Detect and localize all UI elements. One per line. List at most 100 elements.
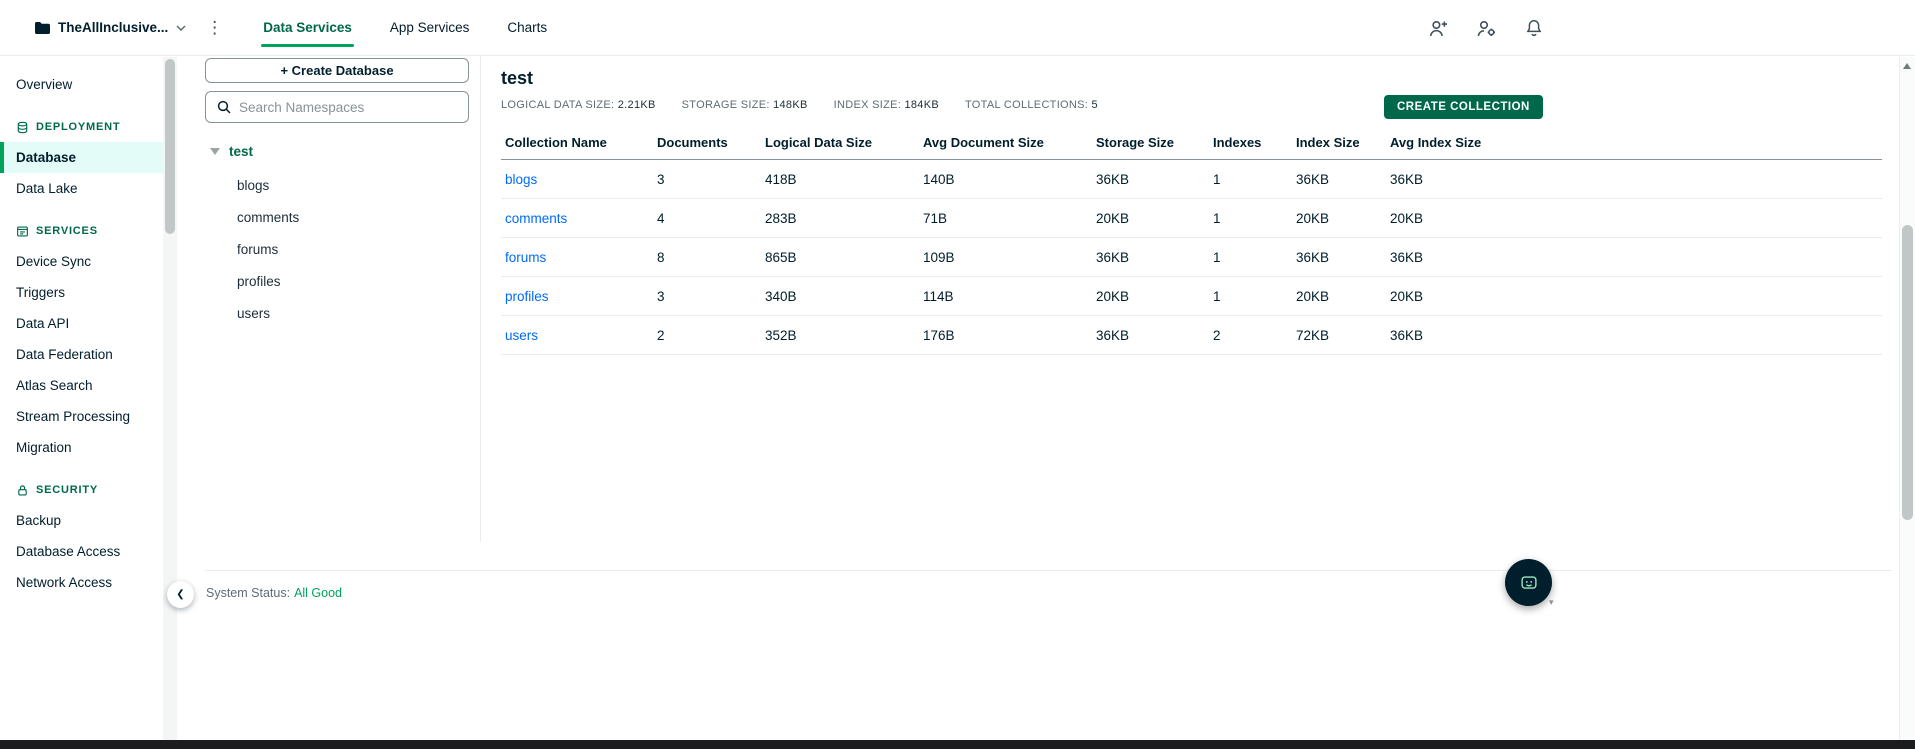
scroll-up-icon[interactable] bbox=[1903, 63, 1911, 69]
sidebar-scrollbar[interactable] bbox=[163, 57, 177, 740]
org-menu-kebab-icon[interactable]: ⋮ bbox=[206, 19, 223, 36]
sidebar-item-overview[interactable]: Overview bbox=[0, 69, 163, 100]
stat-label: TOTAL COLLECTIONS: bbox=[964, 99, 1089, 111]
collection-link-users[interactable]: users bbox=[505, 328, 538, 343]
deployment-icon bbox=[16, 121, 29, 134]
column-header-indexes: Indexes bbox=[1209, 129, 1292, 160]
org-picker[interactable]: TheAllInclusive... bbox=[34, 20, 186, 35]
sidebar-item-database-access[interactable]: Database Access bbox=[0, 536, 163, 567]
sidebar-item-database[interactable]: Database bbox=[0, 142, 163, 173]
sidebar-section-deployment: DEPLOYMENT bbox=[0, 112, 163, 142]
sidebar-collapse-button[interactable]: ❮ bbox=[167, 581, 194, 608]
stat-index-size: INDEX SIZE: 184KB bbox=[834, 99, 939, 111]
cell-avg-document-size: 140B bbox=[919, 159, 1092, 199]
cell-storage-size: 36KB bbox=[1092, 237, 1209, 277]
cell-storage-size: 36KB bbox=[1092, 159, 1209, 199]
sidebar-item-device-sync[interactable]: Device Sync bbox=[0, 246, 163, 277]
sidebar-item-triggers[interactable]: Triggers bbox=[0, 277, 163, 308]
sidebar-item-backup[interactable]: Backup bbox=[0, 505, 163, 536]
create-collection-button[interactable]: CREATE COLLECTION bbox=[1384, 95, 1543, 119]
column-header-documents: Documents bbox=[653, 129, 761, 160]
cell-avg-index-size: 20KB bbox=[1386, 198, 1882, 238]
notifications-button[interactable] bbox=[1524, 18, 1544, 38]
sidebar-item-stream-processing[interactable]: Stream Processing bbox=[0, 401, 163, 432]
collection-link-blogs[interactable]: blogs bbox=[505, 172, 537, 187]
cell-storage-size: 20KB bbox=[1092, 276, 1209, 316]
invite-user-button[interactable] bbox=[1428, 18, 1449, 39]
namespace-search bbox=[205, 91, 469, 123]
cell-avg-index-size: 36KB bbox=[1386, 159, 1882, 199]
chat-menu-caret-icon[interactable]: ▾ bbox=[1549, 597, 1554, 608]
tab-charts[interactable]: Charts bbox=[493, 0, 561, 55]
stat-label: STORAGE SIZE: bbox=[681, 99, 770, 111]
tab-data-services[interactable]: Data Services bbox=[249, 0, 366, 55]
cell-avg-document-size: 71B bbox=[919, 198, 1092, 238]
top-navbar: TheAllInclusive... ⋮ Data Services App Se… bbox=[0, 0, 1915, 56]
namespace-search-input[interactable] bbox=[239, 99, 457, 115]
search-icon bbox=[217, 100, 231, 114]
page-scrollbar-thumb[interactable] bbox=[1902, 225, 1913, 520]
topnav-icons bbox=[1428, 0, 1544, 56]
cell-logical-data-size: 283B bbox=[761, 198, 919, 238]
cell-collection-name: blogs bbox=[501, 159, 653, 199]
sidebar-item-network-access[interactable]: Network Access bbox=[0, 567, 163, 598]
invite-user-icon bbox=[1428, 18, 1449, 39]
sidebar-nav: Overview DEPLOYMENT Database Data Lake SERVI… bbox=[0, 69, 163, 598]
folder-icon bbox=[34, 21, 50, 35]
sidebar-section-services: SERVICES bbox=[0, 216, 163, 246]
collection-link-forums[interactable]: forums bbox=[505, 250, 546, 265]
chat-assistant-icon bbox=[1518, 572, 1540, 594]
collection-link-comments[interactable]: comments bbox=[505, 211, 567, 226]
collection-tree-item-users[interactable]: users bbox=[205, 297, 469, 329]
page-scrollbar[interactable] bbox=[1899, 57, 1915, 749]
collection-tree-item-blogs[interactable]: blogs bbox=[205, 169, 469, 201]
collections-table-body: blogs 3 418B 140B 36KB 1 36KB 36KB comments 4 283B… bbox=[501, 159, 1882, 355]
project-sidebar: Overview DEPLOYMENT Database Data Lake SERVI… bbox=[0, 57, 163, 740]
namespace-tree: test blogs comments forums profiles users bbox=[205, 139, 469, 329]
database-tree-item[interactable]: test bbox=[205, 139, 469, 163]
cell-indexes: 1 bbox=[1209, 276, 1292, 316]
tab-app-services[interactable]: App Services bbox=[376, 0, 484, 55]
cell-avg-document-size: 176B bbox=[919, 315, 1092, 355]
collection-tree-item-profiles[interactable]: profiles bbox=[205, 265, 469, 297]
chat-widget-button[interactable] bbox=[1505, 559, 1552, 606]
cell-collection-name: comments bbox=[501, 198, 653, 238]
cell-indexes: 1 bbox=[1209, 237, 1292, 277]
cell-storage-size: 36KB bbox=[1092, 315, 1209, 355]
cell-indexes: 1 bbox=[1209, 159, 1292, 199]
cell-indexes: 2 bbox=[1209, 315, 1292, 355]
stat-value: 2.21KB bbox=[617, 99, 656, 111]
collection-tree-item-forums[interactable]: forums bbox=[205, 233, 469, 265]
cell-logical-data-size: 865B bbox=[761, 237, 919, 277]
sidebar-section-label: DEPLOYMENT bbox=[36, 121, 121, 133]
cell-documents: 3 bbox=[653, 159, 761, 199]
bell-icon bbox=[1524, 18, 1544, 38]
sidebar-item-data-federation[interactable]: Data Federation bbox=[0, 339, 163, 370]
caret-down-icon[interactable] bbox=[210, 147, 220, 155]
database-stats: LOGICAL DATA SIZE: 2.21KB STORAGE SIZE: 1… bbox=[501, 99, 1882, 111]
sidebar-scrollbar-thumb[interactable] bbox=[165, 59, 175, 234]
create-database-button[interactable]: + Create Database bbox=[205, 58, 469, 83]
column-header-avg-index-size: Avg Index Size bbox=[1386, 129, 1882, 160]
status-bar: System Status: All Good bbox=[205, 570, 1892, 600]
cell-logical-data-size: 418B bbox=[761, 159, 919, 199]
org-chevron-down-icon[interactable] bbox=[176, 24, 186, 31]
cell-documents: 3 bbox=[653, 276, 761, 316]
cell-index-size: 72KB bbox=[1292, 315, 1386, 355]
user-settings-button[interactable] bbox=[1476, 18, 1497, 39]
column-header-logical-data-size: Logical Data Size bbox=[761, 129, 919, 160]
main-content: test LOGICAL DATA SIZE: 2.21KB STORAGE SI… bbox=[482, 56, 1892, 355]
status-label: System Status: bbox=[206, 586, 291, 600]
table-row: forums 8 865B 109B 36KB 1 36KB 36KB bbox=[501, 237, 1882, 277]
sidebar-item-data-api[interactable]: Data API bbox=[0, 308, 163, 339]
collection-link-profiles[interactable]: profiles bbox=[505, 289, 549, 304]
collection-tree-item-comments[interactable]: comments bbox=[205, 201, 469, 233]
table-row: comments 4 283B 71B 20KB 1 20KB 20KB bbox=[501, 198, 1882, 238]
sidebar-item-data-lake[interactable]: Data Lake bbox=[0, 173, 163, 204]
cell-storage-size: 20KB bbox=[1092, 198, 1209, 238]
stat-label: LOGICAL DATA SIZE: bbox=[501, 99, 615, 111]
sidebar-item-migration[interactable]: Migration bbox=[0, 432, 163, 463]
bottom-edge-bar bbox=[0, 740, 1915, 749]
sidebar-item-atlas-search[interactable]: Atlas Search bbox=[0, 370, 163, 401]
cell-index-size: 36KB bbox=[1292, 159, 1386, 199]
